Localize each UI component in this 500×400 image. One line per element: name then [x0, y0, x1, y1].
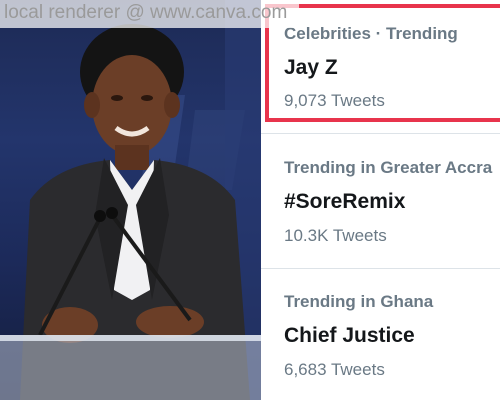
- trend-tweet-count: 6,683 Tweets: [284, 360, 385, 379]
- trend-item-chief-justice[interactable]: Trending in Ghana Chief Justice 6,683 Tw…: [261, 269, 500, 400]
- trend-title: Chief Justice: [284, 324, 415, 347]
- person-photo: [0, 0, 261, 400]
- trend-item-soreremix[interactable]: Trending in Greater Accra #SoreRemix 10.…: [261, 134, 500, 267]
- trend-tweet-count: 10.3K Tweets: [284, 226, 387, 245]
- highlight-box: [265, 4, 500, 122]
- trend-meta: Trending in Ghana: [284, 292, 434, 311]
- photo-panel: [0, 0, 261, 400]
- trend-meta: Trending in Greater Accra: [284, 158, 493, 177]
- watermark-text: local renderer @ www.canva.com: [0, 0, 300, 28]
- trend-title: #SoreRemix: [284, 190, 406, 213]
